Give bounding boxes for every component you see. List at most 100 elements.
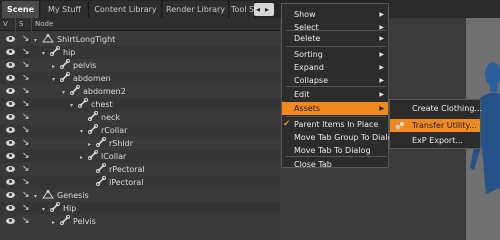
tab-scroll-left-icon[interactable]: ◂ [256,3,260,16]
cursor-icon[interactable]: ↘ [22,86,32,97]
cursor-icon[interactable]: ↘ [22,34,32,45]
tab-my-stuff[interactable]: My Stuff [41,1,89,18]
tree-node[interactable]: ▾ ShirtLongTight [34,33,115,46]
expand-arrow-icon[interactable]: ▸ [52,216,60,229]
cursor-icon[interactable]: ↘ [22,112,32,123]
menu-item-assets[interactable]: Assets ▶ [282,102,388,115]
tree-row[interactable]: ↘ ▾ hip [0,46,280,59]
tab-tool-settings[interactable]: Tool S [230,1,256,18]
eye-icon[interactable] [6,179,15,185]
submenu-arrow-icon: ▶ [379,77,384,84]
submenu-arrow-icon: ▶ [379,35,384,42]
eye-icon[interactable] [6,49,15,55]
menu-item-label: Sorting [294,50,323,59]
cursor-icon[interactable]: ↘ [22,151,32,162]
tab-scroll-right-icon[interactable]: ▸ [265,3,269,16]
eye-icon[interactable] [6,62,15,68]
menu-item-label: Close Tab [294,160,332,169]
tree-node[interactable]: ▸ pelvis [52,59,96,72]
submenu-item-create-clothing[interactable]: Create Clothing... [390,102,482,115]
tree-node[interactable]: neck [80,111,120,124]
cursor-icon[interactable]: ↘ [22,216,32,227]
tree-node-label: pelvis [73,61,97,70]
tree-row[interactable]: ↘ ▾ rCollar [0,124,280,137]
tab-content-library[interactable]: Content Library [90,1,162,18]
cursor-icon[interactable]: ↘ [22,99,32,110]
menu-item-close-tab[interactable]: Close Tab [282,158,388,171]
tree-node[interactable]: ▸ rShldr [88,137,133,150]
tree-row[interactable]: ↘ ▸ Pelvis [0,215,280,228]
bone-icon [60,59,73,70]
scene-tree[interactable]: ↘ ▾ ShirtLongTight ↘ ▾ hip ↘ ▸ pelvis ↘ ▾ abdomen ↘ ▾… [0,31,280,240]
tree-node[interactable]: ▾ chest [70,98,113,111]
tree-node[interactable]: ▾ abdomen2 [62,85,126,98]
eye-icon[interactable] [6,36,15,42]
tree-row[interactable]: ↘ lPectoral [0,176,280,189]
tree-row[interactable]: ↘ ▾ chest [0,98,280,111]
menu-item-parent-items-in-place[interactable]: ✔ Parent Items In Place [282,118,388,131]
menu-item-move-tab-group-to-dialog[interactable]: Move Tab Group To Dialog [282,131,397,144]
tree-node[interactable]: ▾ Genesis [34,189,89,202]
submenu-item-transfer-utility[interactable]: Transfer Utility... [390,119,480,132]
eye-icon[interactable] [6,127,15,133]
tree-node[interactable]: ▾ hip [42,46,75,59]
eye-icon[interactable] [6,205,15,211]
submenu-item-exp-export[interactable]: ExP Export... [390,134,480,147]
menu-item-collapse[interactable]: Collapse ▶ [282,74,388,87]
cursor-icon[interactable]: ↘ [22,177,32,188]
tree-node[interactable]: lPectoral [88,176,144,189]
eye-icon[interactable] [6,114,15,120]
eye-icon[interactable] [6,192,15,198]
tree-row[interactable]: ↘ ▸ pelvis [0,59,280,72]
menu-item-label: Parent Items In Place [294,120,379,129]
eye-icon[interactable] [6,218,15,224]
tree-node[interactable]: ▾ rCollar [80,124,127,137]
eye-icon[interactable] [6,166,15,172]
cursor-icon[interactable]: ↘ [22,164,32,175]
column-selectable[interactable]: S [16,18,32,31]
menu-item-sorting[interactable]: Sorting ▶ [282,48,388,61]
tree-row[interactable]: ↘ ▾ ShirtLongTight [0,33,280,46]
tree-node-label: rShldr [109,139,134,148]
tree-node[interactable]: ▾ abdomen [52,72,111,85]
bone-icon [88,124,101,135]
bone-icon [50,46,63,57]
menu-item-expand[interactable]: Expand ▶ [282,61,388,74]
cursor-icon[interactable]: ↘ [22,47,32,58]
tree-row[interactable]: ↘ ▾ Genesis [0,189,280,202]
eye-icon[interactable] [6,88,15,94]
tree-row[interactable]: ↘ ▾ abdomen2 [0,85,280,98]
cursor-icon[interactable]: ↘ [22,73,32,84]
tree-row[interactable]: ↘ ▸ rShldr [0,137,280,150]
tree-row[interactable]: ↘ ▾ abdomen [0,72,280,85]
menu-item-edit[interactable]: Edit ▶ [282,88,388,101]
tab-render-library[interactable]: Render Library [163,1,229,18]
menu-item-show[interactable]: Show ▶ [282,8,388,21]
eye-icon[interactable] [6,153,15,159]
menu-item-move-tab-to-dialog[interactable]: Move Tab To Dialog [282,144,388,157]
tree-node[interactable]: ▸ Pelvis [52,215,96,228]
tree-row[interactable]: ↘ rPectoral [0,163,280,176]
tree-row[interactable]: ↘ ▾ Hip [0,202,280,215]
cursor-icon[interactable]: ↘ [22,138,32,149]
cursor-icon[interactable]: ↘ [22,60,32,71]
eye-icon[interactable] [6,101,15,107]
tree-node[interactable]: ▸ lCollar [80,150,126,163]
tree-row[interactable]: ↘ ▸ lCollar [0,150,280,163]
menu-separator [286,116,386,117]
tree-row[interactable]: ↘ neck [0,111,280,124]
cursor-icon[interactable]: ↘ [22,203,32,214]
tree-node-label: Genesis [57,191,89,200]
eye-icon[interactable] [6,140,15,146]
cursor-icon[interactable]: ↘ [22,125,32,136]
tree-node[interactable]: ▾ Hip [42,202,76,215]
cursor-icon[interactable]: ↘ [22,190,32,201]
menu-item-delete[interactable]: Delete ▶ [282,32,388,45]
eye-icon[interactable] [6,75,15,81]
tree-node[interactable]: rPectoral [88,163,145,176]
tab-scene[interactable]: Scene [2,1,40,18]
column-node[interactable]: Node [32,18,280,31]
column-visible[interactable]: V [0,18,16,31]
tab-scroll-arrows[interactable]: ◂ ▸ [254,3,274,16]
gear-icon [395,122,404,130]
